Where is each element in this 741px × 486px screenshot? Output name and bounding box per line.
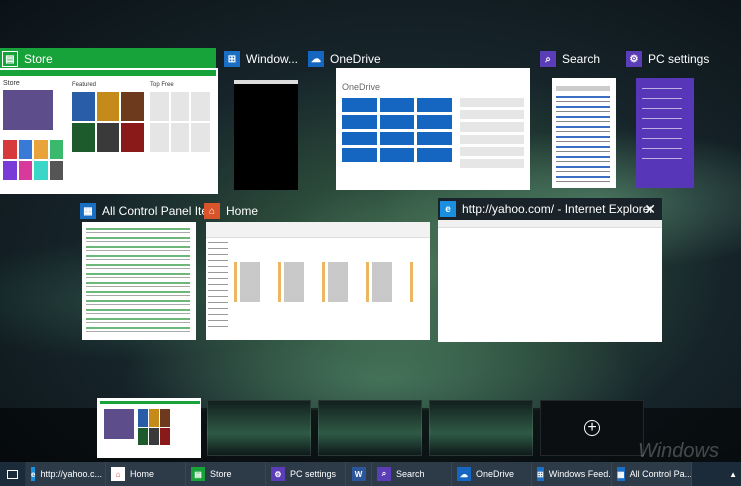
system-tray: ▲	[692, 470, 741, 479]
watermark: Windows	[638, 440, 719, 462]
onedrive-heading: OneDrive	[342, 82, 381, 92]
windows-flag-icon: ⊞	[537, 467, 544, 481]
window-control-panel-caption[interactable]: ▦ All Control Panel Ite...	[80, 200, 218, 222]
taskbar-item-windows-feedback[interactable]: ⊞ Windows Feed...	[532, 462, 612, 486]
windows-flag-icon: ⊞	[224, 51, 240, 67]
taskbar-item-label: Home	[130, 469, 155, 479]
store-featured-label: Featured	[72, 82, 97, 88]
window-onedrive-caption[interactable]: ☁ OneDrive	[308, 48, 381, 70]
taskbar-item-search[interactable]: ⌕ Search	[372, 462, 452, 486]
store-icon: ▤	[191, 467, 205, 481]
word-icon: W	[351, 467, 366, 481]
window-ie-caption[interactable]: e http://yahoo.com/ - Internet Explorer	[438, 198, 662, 220]
store-topfree-grid	[150, 92, 210, 152]
taskbar: e http://yahoo.c... ⌂ Home ▤ Store ⚙ PC …	[0, 462, 741, 486]
pc-settings-list	[642, 88, 682, 168]
window-pc-settings-thumbnail[interactable]	[636, 78, 694, 188]
window-search-thumbnail[interactable]	[552, 78, 616, 188]
close-window-button[interactable]: ✕	[644, 201, 656, 218]
taskbar-item-word[interactable]: W	[346, 462, 372, 486]
desktop-3-thumbnail[interactable]	[318, 400, 422, 456]
window-ie-thumbnail[interactable]	[438, 220, 662, 342]
task-view-button[interactable]	[0, 462, 26, 486]
taskbar-item-pc-settings[interactable]: ⚙ PC settings	[266, 462, 346, 486]
search-results	[556, 96, 610, 182]
search-icon: ⌕	[377, 467, 391, 481]
window-search-caption[interactable]: ⌕ Search	[540, 48, 600, 70]
ie-icon: e	[440, 201, 456, 217]
window-generic-thumbnail[interactable]	[234, 80, 298, 190]
taskbar-item-control-panel[interactable]: ▦ All Control Pa...	[612, 462, 692, 486]
explorer-ribbon	[206, 222, 430, 238]
window-onedrive-thumbnail[interactable]: OneDrive	[336, 68, 530, 190]
taskbar-item-label: http://yahoo.c...	[40, 469, 102, 479]
window-onedrive-title: OneDrive	[330, 52, 381, 66]
taskbar-item-label: OneDrive	[476, 469, 515, 479]
add-desktop-button[interactable]: +	[540, 400, 644, 456]
window-home[interactable]: ⌂ Home	[204, 200, 432, 340]
gear-icon: ⚙	[271, 467, 285, 481]
control-panel-items	[86, 228, 190, 332]
window-control-panel-title: All Control Panel Ite...	[102, 204, 219, 218]
window-ie-title: http://yahoo.com/ - Internet Explorer	[462, 202, 654, 216]
control-panel-icon: ▦	[80, 203, 96, 219]
window-generic[interactable]: ⊞ Window...	[224, 48, 300, 192]
task-view-icon	[7, 469, 18, 479]
cloud-icon: ☁	[457, 467, 471, 481]
window-pc-settings[interactable]: ⚙ PC settings	[626, 48, 740, 192]
window-pc-settings-title: PC settings	[648, 52, 710, 66]
window-store[interactable]: ▤ Store Store Featured Top Free	[0, 48, 218, 194]
store-featured-grid	[72, 92, 144, 152]
window-store-caption[interactable]: ▤ Store	[0, 48, 216, 70]
window-search-title: Search	[562, 52, 601, 66]
store-icon: ▤	[2, 51, 18, 67]
search-icon: ⌕	[540, 51, 556, 67]
taskbar-item-label: Store	[210, 469, 232, 479]
window-store-thumbnail[interactable]: Store Featured Top Free	[0, 68, 218, 194]
desktop-2-thumbnail[interactable]	[207, 400, 311, 456]
window-store-title: Store	[24, 52, 53, 66]
desktop-1-thumbnail[interactable]	[97, 398, 201, 458]
window-generic-caption[interactable]: ⊞ Window...	[224, 48, 298, 70]
window-home-thumbnail[interactable]	[206, 222, 430, 340]
onedrive-file-list	[460, 98, 524, 168]
taskbar-item-label: Search	[396, 469, 425, 479]
chevron-up-icon[interactable]: ▲	[729, 470, 737, 479]
window-pc-settings-caption[interactable]: ⚙ PC settings	[626, 48, 709, 70]
taskbar-item-ie[interactable]: e http://yahoo.c...	[26, 462, 106, 486]
control-panel-icon: ▦	[617, 467, 625, 481]
store-heading: Store	[3, 80, 20, 87]
store-topfree-label: Top Free	[150, 82, 174, 88]
window-home-caption[interactable]: ⌂ Home	[204, 200, 258, 222]
window-search[interactable]: ⌕ Search	[540, 48, 620, 192]
taskbar-item-label: Windows Feed...	[548, 469, 612, 479]
onedrive-folder-grid	[342, 98, 452, 162]
window-control-panel[interactable]: ▦ All Control Panel Ite...	[80, 200, 218, 340]
taskbar-item-label: All Control Pa...	[629, 469, 692, 479]
store-category-grid	[3, 140, 63, 180]
store-hero-tile	[3, 90, 53, 130]
home-icon: ⌂	[204, 203, 220, 219]
explorer-file-list	[234, 262, 414, 302]
cloud-icon: ☁	[308, 51, 324, 67]
taskbar-item-home[interactable]: ⌂ Home	[106, 462, 186, 486]
gear-icon: ⚙	[626, 51, 642, 67]
plus-icon: +	[584, 420, 600, 436]
taskbar-item-onedrive[interactable]: ☁ OneDrive	[452, 462, 532, 486]
home-icon: ⌂	[111, 467, 125, 481]
window-generic-title: Window...	[246, 52, 299, 66]
window-internet-explorer[interactable]: e http://yahoo.com/ - Internet Explorer …	[438, 198, 662, 342]
ie-icon: e	[31, 467, 36, 481]
window-control-panel-thumbnail[interactable]	[82, 222, 196, 340]
taskbar-item-store[interactable]: ▤ Store	[186, 462, 266, 486]
ie-address-bar	[438, 220, 662, 228]
explorer-nav-pane	[208, 242, 228, 332]
window-home-title: Home	[226, 204, 259, 218]
window-onedrive[interactable]: ☁ OneDrive OneDrive	[308, 48, 530, 192]
desktop-4-thumbnail[interactable]	[429, 400, 533, 456]
taskbar-item-label: PC settings	[290, 469, 337, 479]
